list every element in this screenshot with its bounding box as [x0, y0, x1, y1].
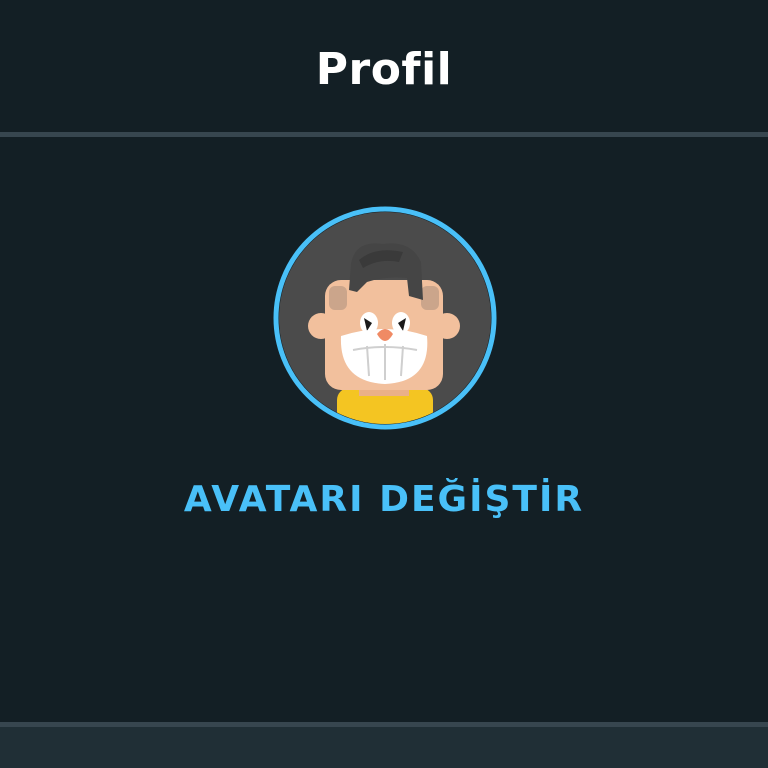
avatar-character-icon: [273, 206, 497, 430]
bottom-bar: [0, 727, 768, 768]
header-divider: [0, 132, 768, 137]
header-bar: Profil: [0, 0, 768, 132]
profile-avatar[interactable]: [271, 204, 499, 432]
change-avatar-button[interactable]: AVATARI DEĞİŞTİR: [0, 474, 768, 526]
page-title: Profil: [315, 44, 453, 95]
